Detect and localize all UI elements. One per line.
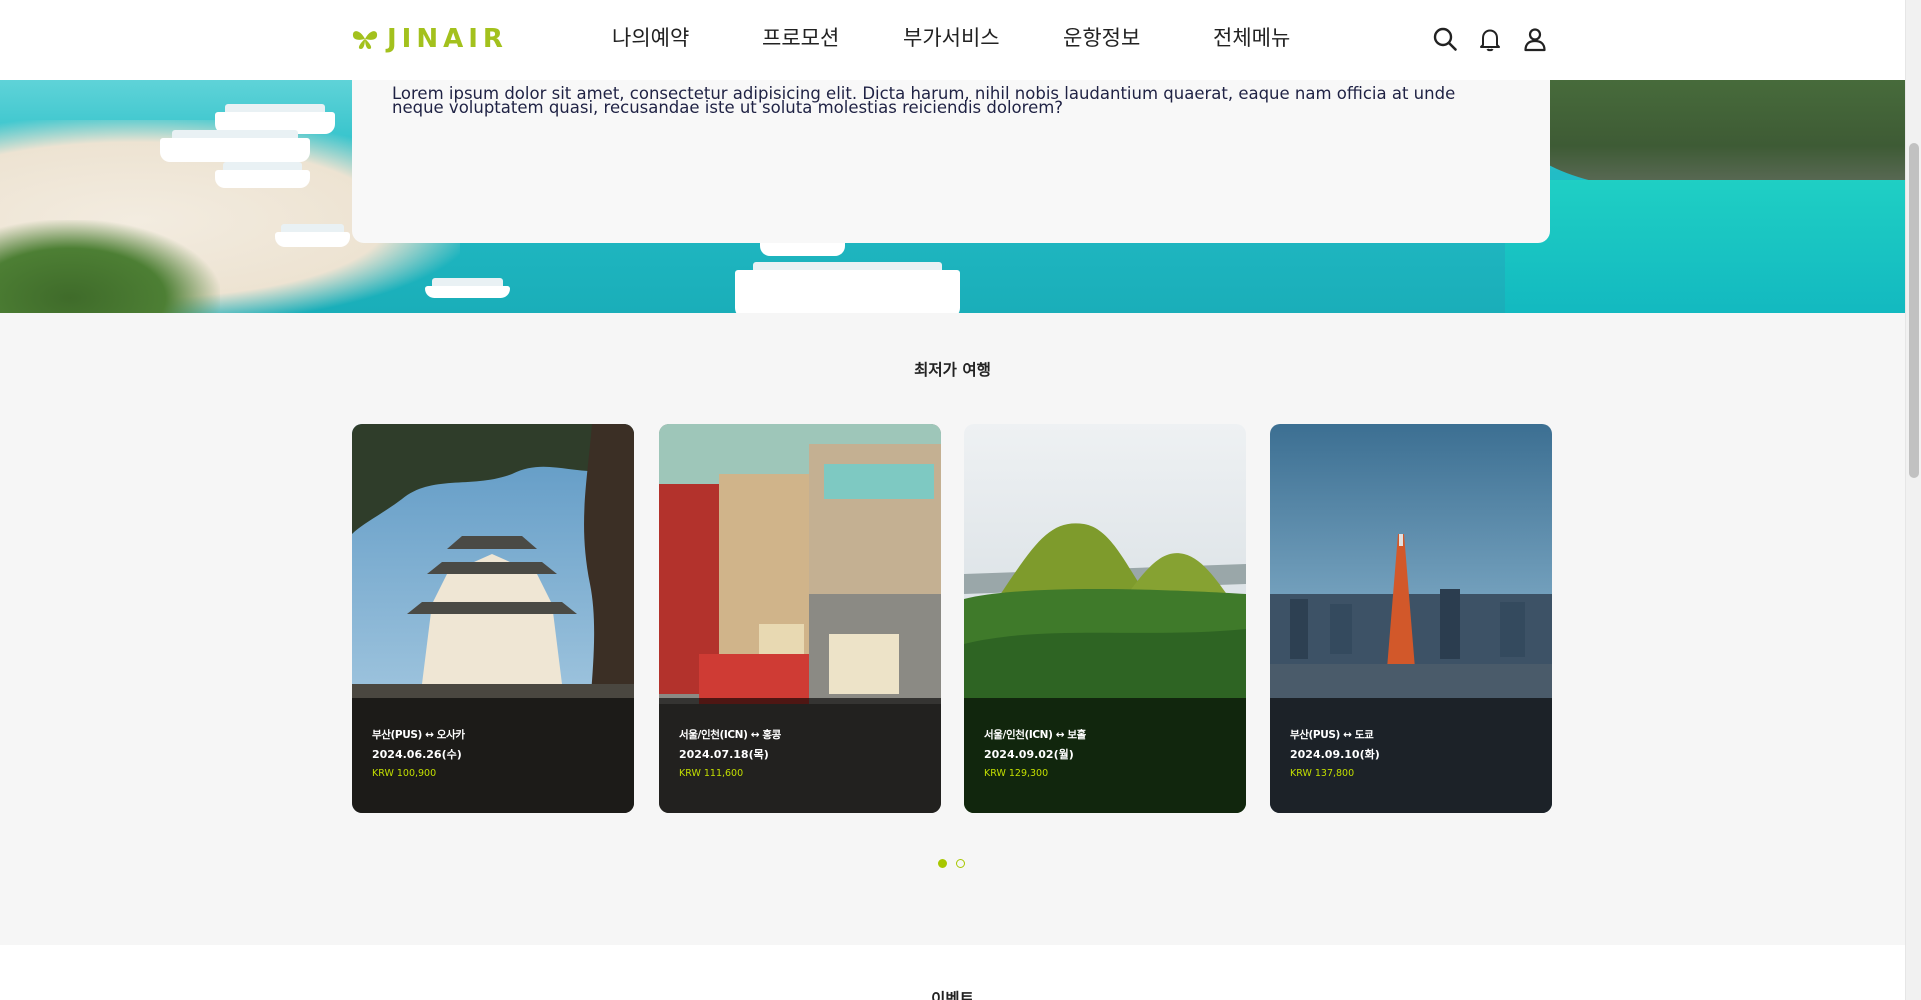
fare-date: 2024.07.18(목) (679, 748, 769, 761)
scrollbar-thumb[interactable] (1909, 143, 1919, 478)
fare-card-caption: 부산(PUS) ↔ 도쿄 2024.09.10(화) KRW 137,800 (1270, 698, 1552, 813)
page-scrollbar[interactable] (1905, 0, 1921, 1000)
lowest-fare-title: 최저가 여행 (914, 361, 991, 379)
user-icon[interactable] (1522, 26, 1548, 52)
main-nav: 나의예약 프로모션 부가서비스 운항정보 전체메뉴 (0, 22, 1905, 58)
jungle-scenery (0, 220, 220, 313)
fare-card-hongkong[interactable]: 서울/인천(ICN) ↔ 홍콩 2024.07.18(목) KRW 111,60… (659, 424, 941, 813)
events-section: 이벤트 (0, 945, 1905, 1000)
boat-image (275, 224, 350, 247)
fare-card-tokyo[interactable]: 부산(PUS) ↔ 도쿄 2024.09.10(화) KRW 137,800 (1270, 424, 1552, 813)
fare-route: 부산(PUS) ↔ 도쿄 (1290, 729, 1374, 741)
boat-image (215, 162, 310, 188)
fare-card-caption: 서울/인천(ICN) ↔ 홍콩 2024.07.18(목) KRW 111,60… (659, 698, 941, 813)
hero-description: Lorem ipsum dolor sit amet, consectetur … (392, 84, 1456, 117)
carousel-dot-2[interactable] (956, 859, 965, 868)
cliff-scenery (1515, 80, 1905, 190)
fare-card-caption: 부산(PUS) ↔ 오사카 2024.06.26(수) KRW 100,900 (352, 698, 634, 813)
carousel-dot-1[interactable] (938, 859, 947, 868)
lagoon-scenery (1505, 180, 1905, 313)
fare-price: KRW 129,300 (984, 768, 1049, 779)
site-header: JINAIR 나의예약 프로모션 부가서비스 운항정보 전체메뉴 (0, 0, 1905, 80)
hero-info-card: Lorem ipsum dolor sit amet, consectetur … (352, 60, 1550, 243)
fare-card-osaka[interactable]: 부산(PUS) ↔ 오사카 2024.06.26(수) KRW 100,900 (352, 424, 634, 813)
events-title: 이벤트 (931, 990, 974, 1000)
fare-route: 부산(PUS) ↔ 오사카 (372, 729, 465, 741)
fare-date: 2024.09.10(화) (1290, 748, 1380, 761)
boat-image (735, 262, 960, 313)
nav-item-my-reservation[interactable]: 나의예약 (612, 22, 689, 52)
fare-route: 서울/인천(ICN) ↔ 홍콩 (679, 729, 781, 741)
search-icon[interactable] (1432, 26, 1458, 52)
bell-icon[interactable] (1477, 26, 1503, 52)
fare-price: KRW 137,800 (1290, 768, 1355, 779)
nav-item-all-menu[interactable]: 전체메뉴 (1213, 22, 1290, 52)
boat-image (425, 278, 510, 298)
fare-date: 2024.09.02(월) (984, 748, 1074, 761)
fare-card-bohol[interactable]: 서울/인천(ICN) ↔ 보홀 2024.09.02(월) KRW 129,30… (964, 424, 1246, 813)
fare-date: 2024.06.26(수) (372, 748, 462, 761)
page: JINAIR 나의예약 프로모션 부가서비스 운항정보 전체메뉴 Lorem i… (0, 0, 1921, 1000)
fare-card-caption: 서울/인천(ICN) ↔ 보홀 2024.09.02(월) KRW 129,30… (964, 698, 1246, 813)
nav-item-promotion[interactable]: 프로모션 (762, 22, 839, 52)
fare-price: KRW 100,900 (372, 768, 437, 779)
fare-price: KRW 111,600 (679, 768, 744, 779)
fare-route: 서울/인천(ICN) ↔ 보홀 (984, 729, 1086, 741)
nav-item-flight-info[interactable]: 운항정보 (1063, 22, 1140, 52)
boat-image (160, 130, 310, 162)
nav-item-extra-services[interactable]: 부가서비스 (903, 22, 1000, 52)
